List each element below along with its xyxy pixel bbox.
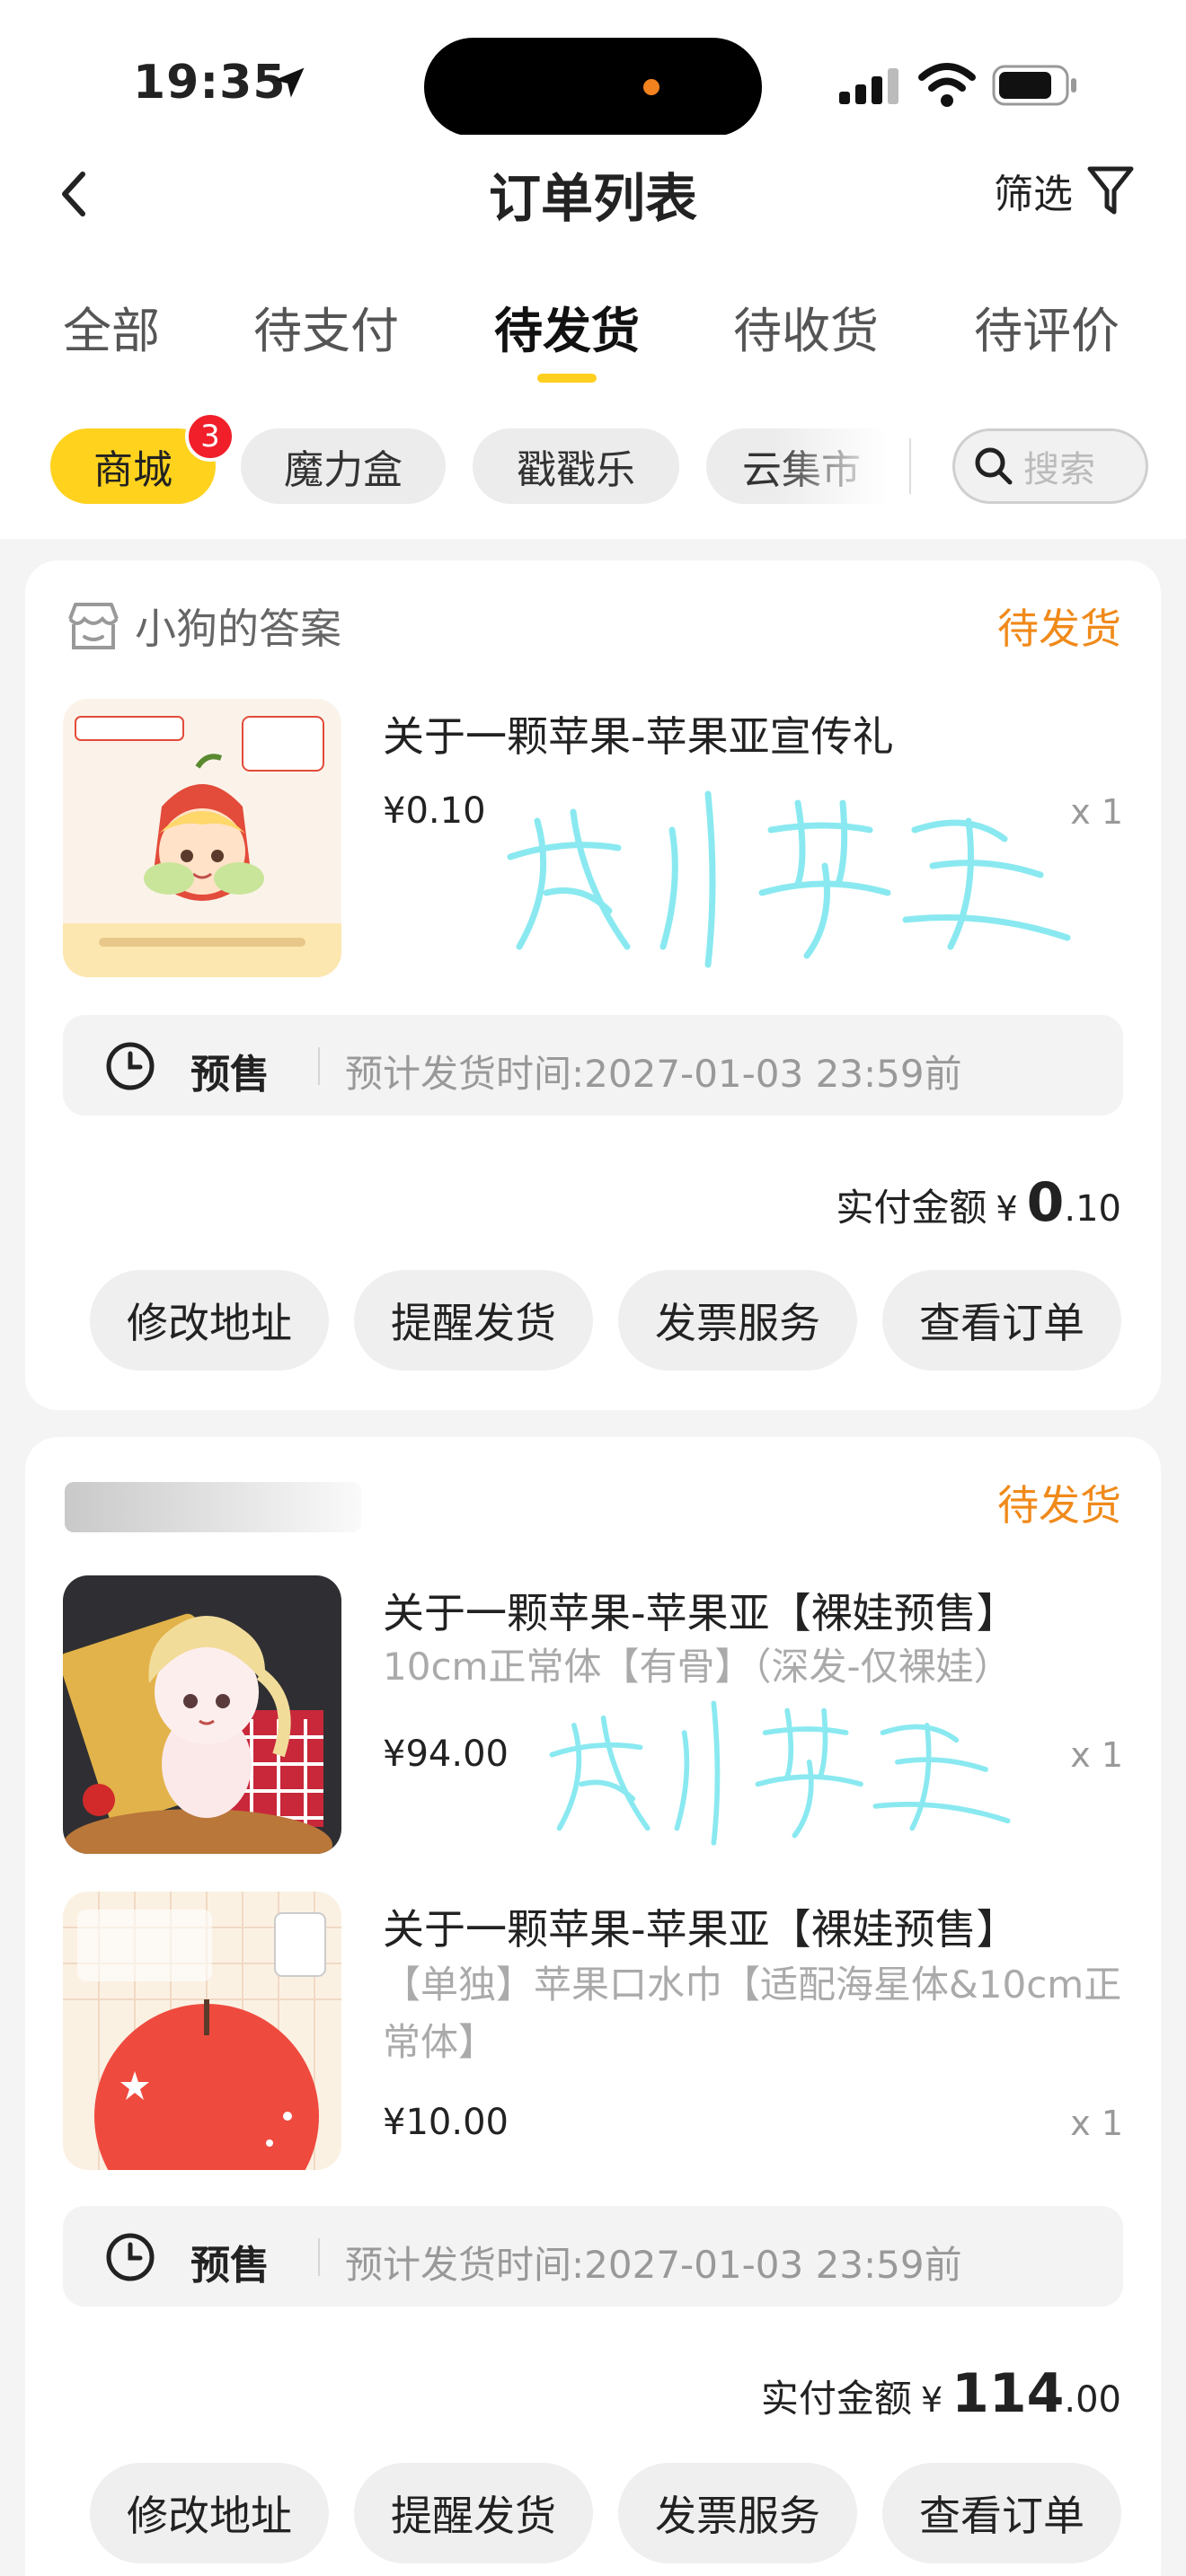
- product-thumbnail: [63, 1892, 341, 2170]
- order-status-tabs: 全部 待支付 待发货 待收货 待评价: [0, 251, 1186, 386]
- chip-label: 魔力盒: [284, 447, 403, 493]
- presale-label: 预售: [190, 1052, 270, 1098]
- presale-info: 预售 预计发货时间:2027-01-03 23:59前: [63, 1015, 1123, 1116]
- active-tab-indicator: [537, 374, 597, 383]
- view-order-button[interactable]: 查看订单: [882, 1270, 1121, 1371]
- product-thumbnail: [63, 699, 341, 977]
- dynamic-island: [424, 38, 762, 137]
- plush-doll-image: [63, 1575, 341, 1854]
- search-placeholder: 搜索: [1023, 449, 1095, 490]
- apple-boy-keychain-image: [63, 699, 341, 977]
- chip-label: 戳戳乐: [517, 447, 635, 493]
- tab-pending-receipt[interactable]: 待收货: [733, 291, 879, 362]
- tab-pending-review[interactable]: 待评价: [974, 291, 1120, 362]
- order-item[interactable]: 关于一颗苹果-苹果亚【裸娃预售】 10cm正常体【有骨】（深发-仅裸娃） ¥94…: [63, 1575, 1123, 1854]
- presale-divider: [318, 2238, 320, 2276]
- paid-label: 实付金额: [836, 1186, 987, 1230]
- paid-decimal: .00: [1064, 2379, 1121, 2421]
- paid-amount: 实付金额 ¥ 114 .00: [761, 2362, 1121, 2425]
- cellular-signal-icon: [839, 68, 898, 104]
- search-button[interactable]: 搜索: [952, 428, 1148, 504]
- funnel-icon: [1087, 166, 1134, 215]
- paid-currency: ¥: [920, 2380, 943, 2420]
- clock-icon: [106, 1042, 155, 1090]
- category-chips: 商城 3 魔力盒 戳戳乐 云集市 搜索: [0, 386, 1186, 539]
- modify-address-button[interactable]: 修改地址: [90, 1270, 329, 1371]
- order-item[interactable]: 关于一颗苹果-苹果亚宣传礼 ¥0.10 x 1: [63, 699, 1123, 977]
- shop-row[interactable]: 小狗的答案: [65, 596, 341, 656]
- shop-icon: [68, 603, 119, 649]
- modify-address-button[interactable]: 修改地址: [90, 2463, 329, 2563]
- shop-name: 小狗的答案: [135, 604, 341, 653]
- item-quantity: x 1: [1070, 1735, 1123, 1775]
- presale-info: 预售 预计发货时间:2027-01-03 23:59前: [63, 2206, 1123, 2307]
- tab-all[interactable]: 全部: [63, 291, 160, 362]
- search-icon: [975, 447, 1013, 485]
- order-status: 待发货: [997, 604, 1121, 653]
- order-card[interactable]: 小狗的答案 待发货 关于一颗苹果-苹果亚宣传礼 ¥0.10 x 1 预售 预计发…: [25, 560, 1161, 1410]
- invoice-service-button[interactable]: 发票服务: [618, 2463, 857, 2563]
- clock-icon: [106, 2233, 155, 2281]
- chips-divider: [909, 438, 911, 494]
- paid-integer: 0: [1026, 1171, 1065, 1234]
- paid-decimal: .10: [1064, 1188, 1121, 1230]
- item-price: ¥0.10: [383, 790, 486, 832]
- order-status: 待发货: [997, 1481, 1121, 1530]
- battery-icon: [992, 65, 1076, 106]
- chip-count-badge: 3: [185, 411, 235, 462]
- wifi-icon: [918, 63, 976, 107]
- item-quantity: x 1: [1070, 792, 1123, 832]
- tab-pending-payment[interactable]: 待支付: [253, 291, 399, 362]
- order-item[interactable]: 关于一颗苹果-苹果亚【裸娃预售】 【单独】苹果口水巾【适配海星体&10cm正常体…: [63, 1892, 1123, 2170]
- chip-label: 商城: [93, 447, 173, 493]
- invoice-service-button[interactable]: 发票服务: [618, 1270, 857, 1371]
- item-price: ¥94.00: [383, 1734, 509, 1775]
- chip-poke-fun[interactable]: 戳戳乐: [473, 428, 679, 504]
- paid-amount: 实付金额 ¥ 0 .10: [836, 1171, 1121, 1234]
- tab-pending-shipment[interactable]: 待发货: [494, 291, 640, 362]
- paid-currency: ¥: [996, 1189, 1018, 1229]
- item-title: 关于一颗苹果-苹果亚【裸娃预售】: [383, 1905, 1018, 1954]
- chip-magic-box[interactable]: 魔力盒: [241, 428, 446, 504]
- estimated-ship-time: 预计发货时间:2027-01-03 23:59前: [345, 1052, 962, 1096]
- status-bar: 19:35: [0, 0, 1186, 153]
- nav-bar: 订单列表 筛选: [0, 135, 1186, 251]
- presale-label: 预售: [190, 2243, 270, 2289]
- filter-button[interactable]: 筛选: [994, 162, 1136, 219]
- apple-bib-image: [63, 1892, 341, 2170]
- blurred-shop-name: [65, 1482, 361, 1532]
- item-spec: 【单独】苹果口水巾【适配海星体&10cm正常体】: [383, 1963, 1122, 2064]
- remind-shipment-button[interactable]: 提醒发货: [354, 1270, 593, 1371]
- estimated-ship-time: 预计发货时间:2027-01-03 23:59前: [345, 2243, 962, 2287]
- item-quantity: x 1: [1070, 2104, 1123, 2143]
- item-price: ¥10.00: [383, 2102, 509, 2143]
- location-arrow-icon: [274, 67, 305, 98]
- remind-shipment-button[interactable]: 提醒发货: [354, 2463, 593, 2563]
- presale-divider: [318, 1047, 320, 1085]
- chips-fade-overlay: [773, 422, 916, 512]
- status-time: 19:35: [133, 56, 287, 110]
- order-card[interactable]: 待发货 关于一颗苹果-苹果亚【裸娃预售】 10cm正常体【有骨】（深发-仅裸娃）…: [25, 1437, 1161, 2576]
- camera-indicator-dot: [643, 79, 659, 95]
- item-spec: 10cm正常体【有骨】（深发-仅裸娃）: [383, 1645, 1012, 1689]
- product-thumbnail: [63, 1575, 341, 1854]
- filter-label: 筛选: [994, 172, 1073, 217]
- paid-integer: 114: [951, 2362, 1065, 2425]
- item-title: 关于一颗苹果-苹果亚【裸娃预售】: [383, 1589, 1018, 1637]
- item-title: 关于一颗苹果-苹果亚宣传礼: [383, 712, 894, 761]
- view-order-button[interactable]: 查看订单: [882, 2463, 1121, 2563]
- paid-label: 实付金额: [760, 2377, 912, 2421]
